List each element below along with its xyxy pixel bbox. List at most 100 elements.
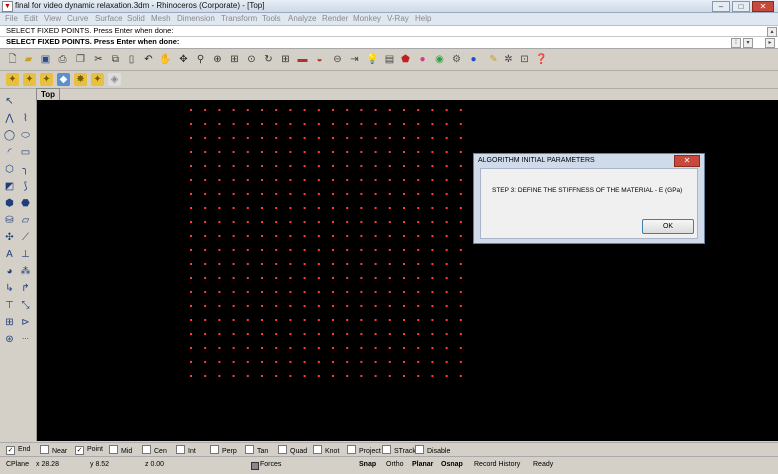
grid-point[interactable] <box>190 319 192 321</box>
command-expand-icon[interactable]: ▸ <box>765 38 775 48</box>
osnap-near[interactable]: Near <box>40 445 67 455</box>
grid-point[interactable] <box>317 207 320 209</box>
grid-point[interactable] <box>190 347 192 349</box>
grid-point[interactable] <box>232 361 235 363</box>
grid-point[interactable] <box>317 179 320 181</box>
osnap-point-checkbox[interactable]: ✓ <box>75 446 84 455</box>
grid-point[interactable] <box>445 151 448 153</box>
grid-point[interactable] <box>431 361 434 363</box>
grid-point[interactable] <box>417 235 420 237</box>
grid-point[interactable] <box>388 207 391 209</box>
grid-point[interactable] <box>445 221 448 223</box>
grid-point[interactable] <box>232 179 235 181</box>
grid-point[interactable] <box>246 361 249 363</box>
grid-point[interactable] <box>190 179 192 181</box>
grid-point[interactable] <box>317 193 320 195</box>
grid-point[interactable] <box>360 221 363 223</box>
grid-point[interactable] <box>232 277 235 279</box>
grid-point[interactable] <box>403 207 405 209</box>
grid-point[interactable] <box>374 193 377 195</box>
plugin-icon-4[interactable]: ◆ <box>57 73 70 86</box>
grid-point[interactable] <box>317 319 320 321</box>
grid-point[interactable] <box>346 151 349 153</box>
grid-point[interactable] <box>190 109 192 111</box>
grid-point[interactable] <box>388 375 391 377</box>
grid-point[interactable] <box>275 263 278 265</box>
sticky-icon[interactable]: ✎ <box>487 53 500 66</box>
grid-point[interactable] <box>303 361 306 363</box>
grid-point[interactable] <box>403 347 405 349</box>
grid-point[interactable] <box>332 263 334 265</box>
fillet-icon[interactable]: ╮ <box>19 163 32 176</box>
grid-point[interactable] <box>232 151 235 153</box>
zoom-icon[interactable]: ⚲ <box>194 53 207 66</box>
car-icon[interactable]: ▬ <box>296 53 309 66</box>
curve-icon[interactable]: ⌇ <box>19 112 32 125</box>
grid-point[interactable] <box>275 123 278 125</box>
osnap-disable[interactable]: Disable <box>415 445 450 455</box>
grid-point[interactable] <box>317 235 320 237</box>
arc-icon[interactable]: ◜ <box>3 146 16 159</box>
ortho-toggle[interactable]: Ortho <box>386 460 404 470</box>
menu-monkey[interactable]: Monkey <box>353 14 381 24</box>
grid-point[interactable] <box>303 165 306 167</box>
grid-point[interactable] <box>388 249 391 251</box>
grid-point[interactable] <box>218 165 221 167</box>
grid-point[interactable] <box>332 319 334 321</box>
grid-point[interactable] <box>218 249 221 251</box>
undo-icon[interactable]: ↶ <box>142 53 155 66</box>
color-icon[interactable]: ● <box>416 53 429 66</box>
grid-point[interactable] <box>431 151 434 153</box>
grid-point[interactable] <box>374 291 377 293</box>
grid-point[interactable] <box>317 151 320 153</box>
grid-point[interactable] <box>232 165 235 167</box>
grid-point[interactable] <box>218 123 221 125</box>
move-view-icon[interactable]: ✥ <box>177 53 190 66</box>
grid-point[interactable] <box>246 375 249 377</box>
grid-point[interactable] <box>232 319 235 321</box>
grid-point[interactable] <box>374 179 377 181</box>
grid-point[interactable] <box>360 207 363 209</box>
grid-point[interactable] <box>459 207 462 209</box>
grid-point[interactable] <box>374 235 377 237</box>
grid-point[interactable] <box>289 361 292 363</box>
grid-point[interactable] <box>303 151 306 153</box>
grid-point[interactable] <box>246 221 249 223</box>
grid-point[interactable] <box>431 333 434 335</box>
grid-point[interactable] <box>346 333 349 335</box>
grid-point[interactable] <box>374 221 377 223</box>
osnap-mid[interactable]: Mid <box>109 445 132 455</box>
grid-point[interactable] <box>303 263 306 265</box>
grid-point[interactable] <box>459 347 462 349</box>
grid-point[interactable] <box>261 375 263 377</box>
grid-point[interactable] <box>303 137 306 139</box>
grid-point[interactable] <box>261 109 263 111</box>
grid-point[interactable] <box>445 375 448 377</box>
grid-point[interactable] <box>261 305 263 307</box>
grid-point[interactable] <box>346 263 349 265</box>
grid-point[interactable] <box>232 305 235 307</box>
osnap-cen-checkbox[interactable] <box>142 445 151 454</box>
grid-point[interactable] <box>289 235 292 237</box>
grid-point[interactable] <box>261 361 263 363</box>
grid-point[interactable] <box>317 137 320 139</box>
grid-point[interactable] <box>275 277 278 279</box>
grid-point[interactable] <box>346 249 349 251</box>
grid-point[interactable] <box>431 347 434 349</box>
grid-point[interactable] <box>275 319 278 321</box>
layer-icon[interactable]: ▤ <box>383 53 396 66</box>
grid-point[interactable] <box>332 375 334 377</box>
osnap-strack[interactable]: STrack <box>382 445 416 455</box>
grid-point[interactable] <box>374 249 377 251</box>
open-icon[interactable]: ▰ <box>22 53 35 66</box>
grid-point[interactable] <box>459 263 462 265</box>
grid-point[interactable] <box>417 305 420 307</box>
grid-point[interactable] <box>317 123 320 125</box>
grid-point[interactable] <box>445 291 448 293</box>
grid-point[interactable] <box>346 277 349 279</box>
grid-point[interactable] <box>417 207 420 209</box>
menu-transform[interactable]: Transform <box>221 14 257 24</box>
grid-point[interactable] <box>403 193 405 195</box>
grid-point[interactable] <box>374 165 377 167</box>
grid-point[interactable] <box>204 291 207 293</box>
